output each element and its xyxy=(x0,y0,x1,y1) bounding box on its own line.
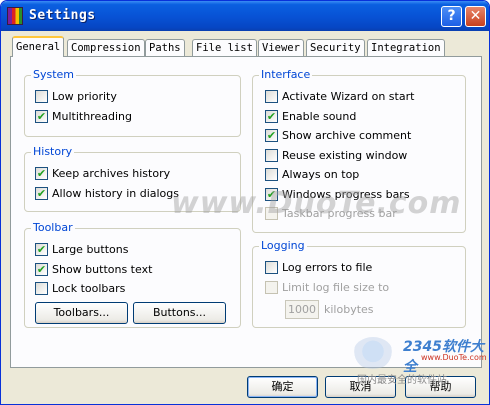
duote-watermark: www.DuoTe.com xyxy=(171,186,462,221)
ok-button[interactable]: 确定 xyxy=(247,376,318,398)
tab-label: Integration xyxy=(371,42,441,54)
checkbox[interactable]: ✔ xyxy=(35,263,48,276)
log-size-unit: kilobytes xyxy=(324,303,374,316)
group-title: Interface xyxy=(259,68,313,81)
tab-label: General xyxy=(16,41,61,53)
log-size-input: 1000 xyxy=(285,300,319,319)
checkbox[interactable]: ✔ xyxy=(265,110,278,123)
checkbox[interactable] xyxy=(265,168,278,181)
option-label: Low priority xyxy=(52,90,117,103)
tab-compression[interactable]: Compression xyxy=(67,39,145,56)
window-title: Settings xyxy=(29,8,96,23)
option-label: Activate Wizard on start xyxy=(282,90,415,103)
group-title: System xyxy=(31,68,77,81)
group-title: Logging xyxy=(259,239,307,252)
question-icon: ? xyxy=(447,8,456,24)
option-label: Lock toolbars xyxy=(52,282,126,295)
option-label: Always on top xyxy=(282,168,360,181)
close-button[interactable]: ✕ xyxy=(465,6,486,27)
close-icon: ✕ xyxy=(469,8,482,24)
brand-url-watermark: www.DuoTe.com xyxy=(421,353,487,362)
help-titlebar-button[interactable]: ? xyxy=(441,6,462,27)
tab-security[interactable]: Security xyxy=(306,39,365,56)
winrar-app-icon xyxy=(7,7,23,25)
tab-integration[interactable]: Integration xyxy=(367,39,445,56)
mascot-watermark-icon xyxy=(353,337,393,369)
checkbox[interactable] xyxy=(265,149,278,162)
option-label: Allow history in dialogs xyxy=(52,187,179,200)
logging-group: Logging Log errors to file Limit log fil… xyxy=(252,239,466,328)
tab-file-list[interactable]: File list xyxy=(192,39,257,56)
title-bar[interactable]: Settings ? ✕ xyxy=(1,1,489,31)
group-title: History xyxy=(31,145,75,158)
checkbox[interactable] xyxy=(35,90,48,103)
option-label: Show buttons text xyxy=(52,263,153,276)
checkbox[interactable]: ✔ xyxy=(35,167,48,180)
system-group: System Low priority ✔ Multithreading xyxy=(24,68,241,137)
buttons-button[interactable]: Buttons... xyxy=(133,302,226,324)
tab-label: Security xyxy=(310,42,361,54)
checkbox[interactable]: ✔ xyxy=(35,110,48,123)
toolbar-group: Toolbar ✔ Large buttons ✔ Show buttons t… xyxy=(24,221,241,328)
checkbox[interactable] xyxy=(35,282,48,295)
option-label: Multithreading xyxy=(52,110,132,123)
option-label: Limit log file size to xyxy=(282,281,390,294)
option-label: Large buttons xyxy=(52,243,129,256)
tab-label: Paths xyxy=(149,42,181,54)
checkbox[interactable] xyxy=(265,90,278,103)
option-label: Log errors to file xyxy=(282,261,373,274)
checkbox[interactable]: ✔ xyxy=(35,243,48,256)
option-label: Reuse existing window xyxy=(282,149,408,162)
tab-paths[interactable]: Paths xyxy=(145,39,185,56)
group-title: Toolbar xyxy=(31,221,75,234)
tab-label: File list xyxy=(196,42,253,54)
option-label: Keep archives history xyxy=(52,167,171,180)
checkbox[interactable] xyxy=(265,261,278,274)
checkbox[interactable]: ✔ xyxy=(265,129,278,142)
settings-window: Settings ? ✕ General Compression Paths F… xyxy=(0,0,490,405)
option-label: Show archive comment xyxy=(282,129,412,142)
tab-label: Viewer xyxy=(262,42,300,54)
tab-label: Compression xyxy=(71,42,141,54)
checkbox xyxy=(265,281,278,294)
tab-general[interactable]: General xyxy=(12,36,65,57)
toolbars-button[interactable]: Toolbars... xyxy=(35,302,128,324)
option-label: Enable sound xyxy=(282,110,357,123)
tab-viewer[interactable]: Viewer xyxy=(258,39,304,56)
checkbox[interactable]: ✔ xyxy=(35,187,48,200)
